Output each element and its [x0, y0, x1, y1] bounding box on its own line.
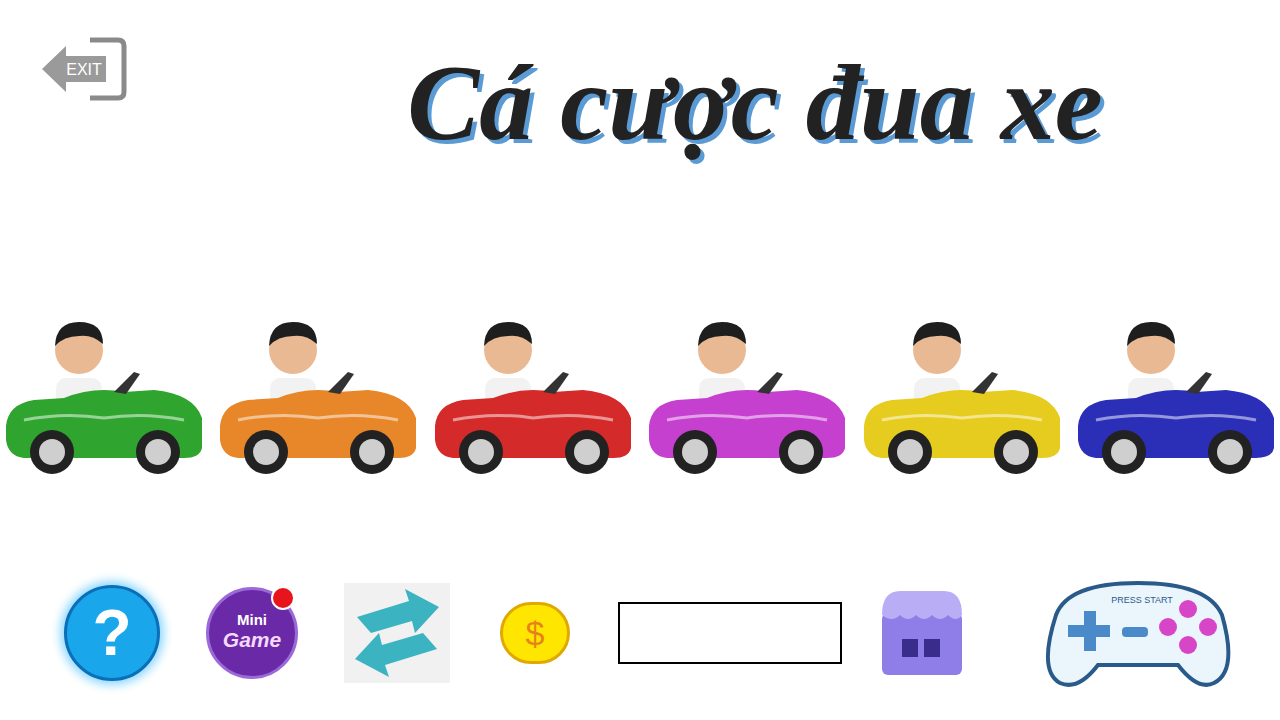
swap-button[interactable] [344, 583, 450, 683]
race-car-icon [433, 308, 633, 478]
shop-button[interactable] [876, 587, 968, 679]
help-button[interactable]: ? [64, 585, 160, 681]
play-button[interactable]: PRESS START [1038, 575, 1238, 691]
car[interactable] [862, 308, 1062, 478]
race-car-icon [647, 308, 847, 478]
toolbar: ? MiniGame $ PRESS START [0, 573, 1280, 693]
game-title: Cá cược đua xe [407, 44, 1103, 163]
race-car-icon [218, 308, 418, 478]
car[interactable] [1076, 308, 1276, 478]
car[interactable] [218, 308, 418, 478]
svg-text:EXIT: EXIT [66, 61, 102, 78]
exit-icon[interactable]: EXIT [40, 36, 128, 102]
car[interactable] [647, 308, 847, 478]
race-car-icon [1076, 308, 1276, 478]
shop-icon [876, 587, 968, 679]
car-row [0, 308, 1280, 478]
svg-text:PRESS START: PRESS START [1111, 595, 1173, 605]
minigame-button[interactable]: MiniGame [206, 587, 298, 679]
race-car-icon [4, 308, 204, 478]
notification-badge [271, 586, 295, 610]
gamepad-icon: PRESS START [1038, 575, 1238, 691]
car[interactable] [4, 308, 204, 478]
car[interactable] [433, 308, 633, 478]
race-car-icon [862, 308, 1062, 478]
bet-input[interactable] [618, 602, 842, 664]
coin-icon: $ [500, 602, 570, 664]
swap-icon [349, 587, 445, 679]
